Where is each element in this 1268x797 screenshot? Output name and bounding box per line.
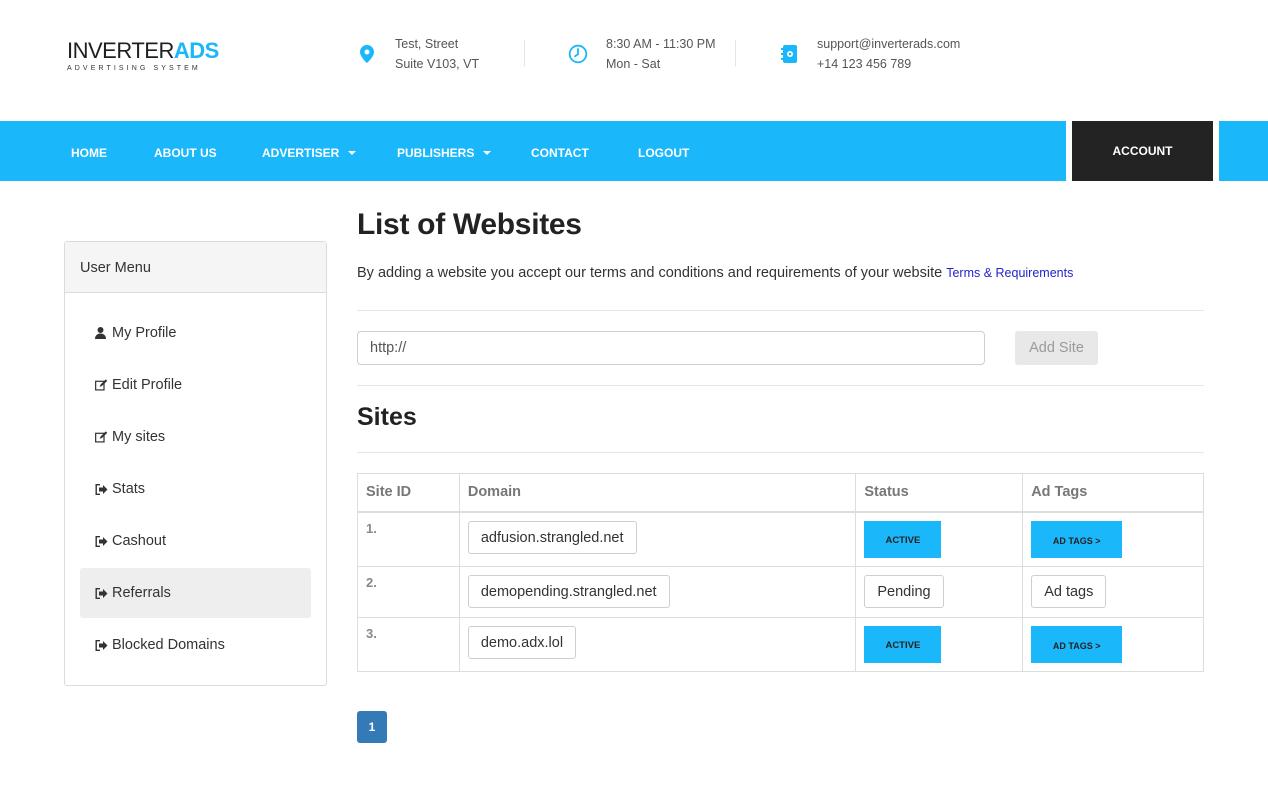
hours-line2: Mon - Sat (606, 57, 661, 71)
table-row: 2. demopending.strangled.net Pending Ad … (357, 565, 1204, 618)
caret-down-icon (483, 150, 492, 155)
nav-about-us[interactable]: ABOUT US (154, 121, 217, 181)
edit-icon (95, 379, 108, 392)
sites-heading: Sites (357, 403, 417, 431)
divider (357, 385, 1204, 386)
map-pin-icon (356, 43, 378, 65)
domain-value[interactable]: demo.adx.lol (467, 625, 577, 659)
nav-home[interactable]: HOME (71, 121, 107, 181)
sign-out-icon (95, 639, 108, 652)
user-menu-panel: User Menu My Profile Edit Profile My sit… (64, 241, 327, 686)
sidebar-item-label: Blocked Domains (112, 637, 225, 653)
brand-logo[interactable]: INVERTERADS ADVERTISING SYSTEM (67, 38, 227, 72)
domain-cell: demo.adx.lol (458, 616, 857, 672)
sign-out-icon (95, 483, 108, 496)
col-status: Status (855, 473, 1024, 513)
status-badge: Pending (864, 574, 944, 608)
logo-text-main: INVERTER (67, 38, 174, 63)
sign-out-icon (95, 587, 108, 600)
sidebar-item-cashout[interactable]: Cashout (80, 516, 311, 566)
site-id-cell: 3. (357, 616, 460, 672)
header-divider (524, 40, 525, 66)
user-icon (95, 327, 108, 340)
user-menu-title: User Menu (65, 242, 326, 293)
page-title: List of Websites (357, 208, 582, 241)
nav-logout-label: LOGOUT (638, 146, 690, 160)
divider (357, 310, 1204, 311)
sidebar-item-label: Edit Profile (112, 377, 183, 393)
sidebar-item-blocked-domains[interactable]: Blocked Domains (80, 620, 311, 670)
logo-tagline: ADVERTISING SYSTEM (67, 65, 201, 72)
status-cell: ACTIVE (855, 511, 1024, 567)
sidebar-item-label: Cashout (112, 533, 167, 549)
col-ad-tags: Ad Tags (1022, 473, 1204, 513)
ad-tags-cell: Ad tags (1022, 565, 1204, 618)
account-button[interactable]: ACCOUNT (1072, 121, 1213, 181)
nav-publishers[interactable]: PUBLISHERS (397, 121, 492, 181)
domain-cell: adfusion.strangled.net (458, 511, 857, 567)
nav-spacer (1213, 121, 1219, 181)
nav-about-us-label: ABOUT US (154, 146, 217, 160)
nav-contact-label: CONTACT (531, 146, 589, 160)
pagination-page-1[interactable]: 1 (357, 711, 387, 743)
site-url-input[interactable] (357, 331, 985, 365)
sidebar-item-label: Referrals (112, 585, 171, 601)
domain-cell: demopending.strangled.net (458, 565, 857, 618)
table-row: 1. adfusion.strangled.net ACTIVE AD TAGS… (357, 511, 1204, 567)
ad-tags-button[interactable]: AD TAGS > (1031, 520, 1123, 558)
address-info: Test, Street Suite V103, VT (356, 34, 479, 74)
divider (357, 452, 1204, 453)
contact-book-icon (778, 43, 800, 65)
logo-text-accent: ADS (173, 38, 219, 63)
domain-value[interactable]: adfusion.strangled.net (467, 520, 637, 554)
nav-logout[interactable]: LOGOUT (638, 121, 689, 181)
site-id-cell: 1. (357, 511, 460, 567)
header-divider (735, 40, 736, 66)
support-phone[interactable]: +14 123 456 789 (817, 54, 960, 74)
hours-line1: 8:30 AM - 11:30 PM (606, 37, 716, 51)
nav-advertiser[interactable]: ADVERTISER (262, 121, 357, 181)
nav-home-label: HOME (71, 146, 107, 160)
table-row: 3. demo.adx.lol ACTIVE AD TAGS > (357, 616, 1204, 672)
ad-tags-button[interactable]: Ad tags (1031, 574, 1107, 608)
sidebar-item-my-profile[interactable]: My Profile (80, 308, 311, 358)
sidebar-item-label: Stats (112, 481, 146, 497)
sign-out-icon (95, 535, 108, 548)
address-line1: Test, Street (395, 37, 459, 51)
sidebar-item-my-sites[interactable]: My sites (80, 412, 311, 462)
caret-down-icon (348, 150, 357, 155)
status-badge: ACTIVE (864, 625, 942, 663)
col-site-id: Site ID (357, 473, 460, 513)
sidebar-item-stats[interactable]: Stats (80, 464, 311, 514)
ad-tags-cell: AD TAGS > (1022, 616, 1204, 672)
status-cell: ACTIVE (855, 616, 1024, 672)
table-header-row: Site ID Domain Status Ad Tags (357, 473, 1204, 513)
sidebar-item-label: My Profile (112, 325, 177, 341)
support-email[interactable]: support@inverterads.com (817, 34, 960, 54)
domain-value[interactable]: demopending.strangled.net (467, 574, 670, 608)
clock-icon (567, 43, 589, 65)
nav-advertiser-label: ADVERTISER (262, 146, 340, 160)
nav-contact[interactable]: CONTACT (531, 121, 589, 181)
sidebar-item-edit-profile[interactable]: Edit Profile (80, 360, 311, 410)
intro-sentence: By adding a website you accept our terms… (357, 265, 943, 281)
sidebar-item-label: My sites (112, 429, 166, 445)
support-info: support@inverterads.com +14 123 456 789 (778, 34, 960, 74)
site-id-cell: 2. (357, 565, 460, 618)
intro-text: By adding a website you accept our terms… (357, 265, 1073, 281)
terms-link[interactable]: Terms & Requirements (946, 266, 1073, 280)
status-cell: Pending (855, 565, 1024, 618)
nav-publishers-label: PUBLISHERS (397, 146, 475, 160)
top-header: INVERTERADS ADVERTISING SYSTEM Test, Str… (0, 0, 1268, 121)
sites-table: Site ID Domain Status Ad Tags 1. adfusio… (357, 473, 1204, 672)
ad-tags-cell: AD TAGS > (1022, 511, 1204, 567)
ad-tags-button[interactable]: AD TAGS > (1031, 625, 1123, 663)
status-badge: ACTIVE (864, 520, 942, 558)
address-line2: Suite V103, VT (395, 57, 480, 71)
add-site-button[interactable]: Add Site (1015, 331, 1098, 365)
edit-icon (95, 431, 108, 444)
col-domain: Domain (458, 473, 857, 513)
hours-info: 8:30 AM - 11:30 PM Mon - Sat (567, 34, 716, 74)
sidebar-item-referrals[interactable]: Referrals (80, 568, 311, 618)
